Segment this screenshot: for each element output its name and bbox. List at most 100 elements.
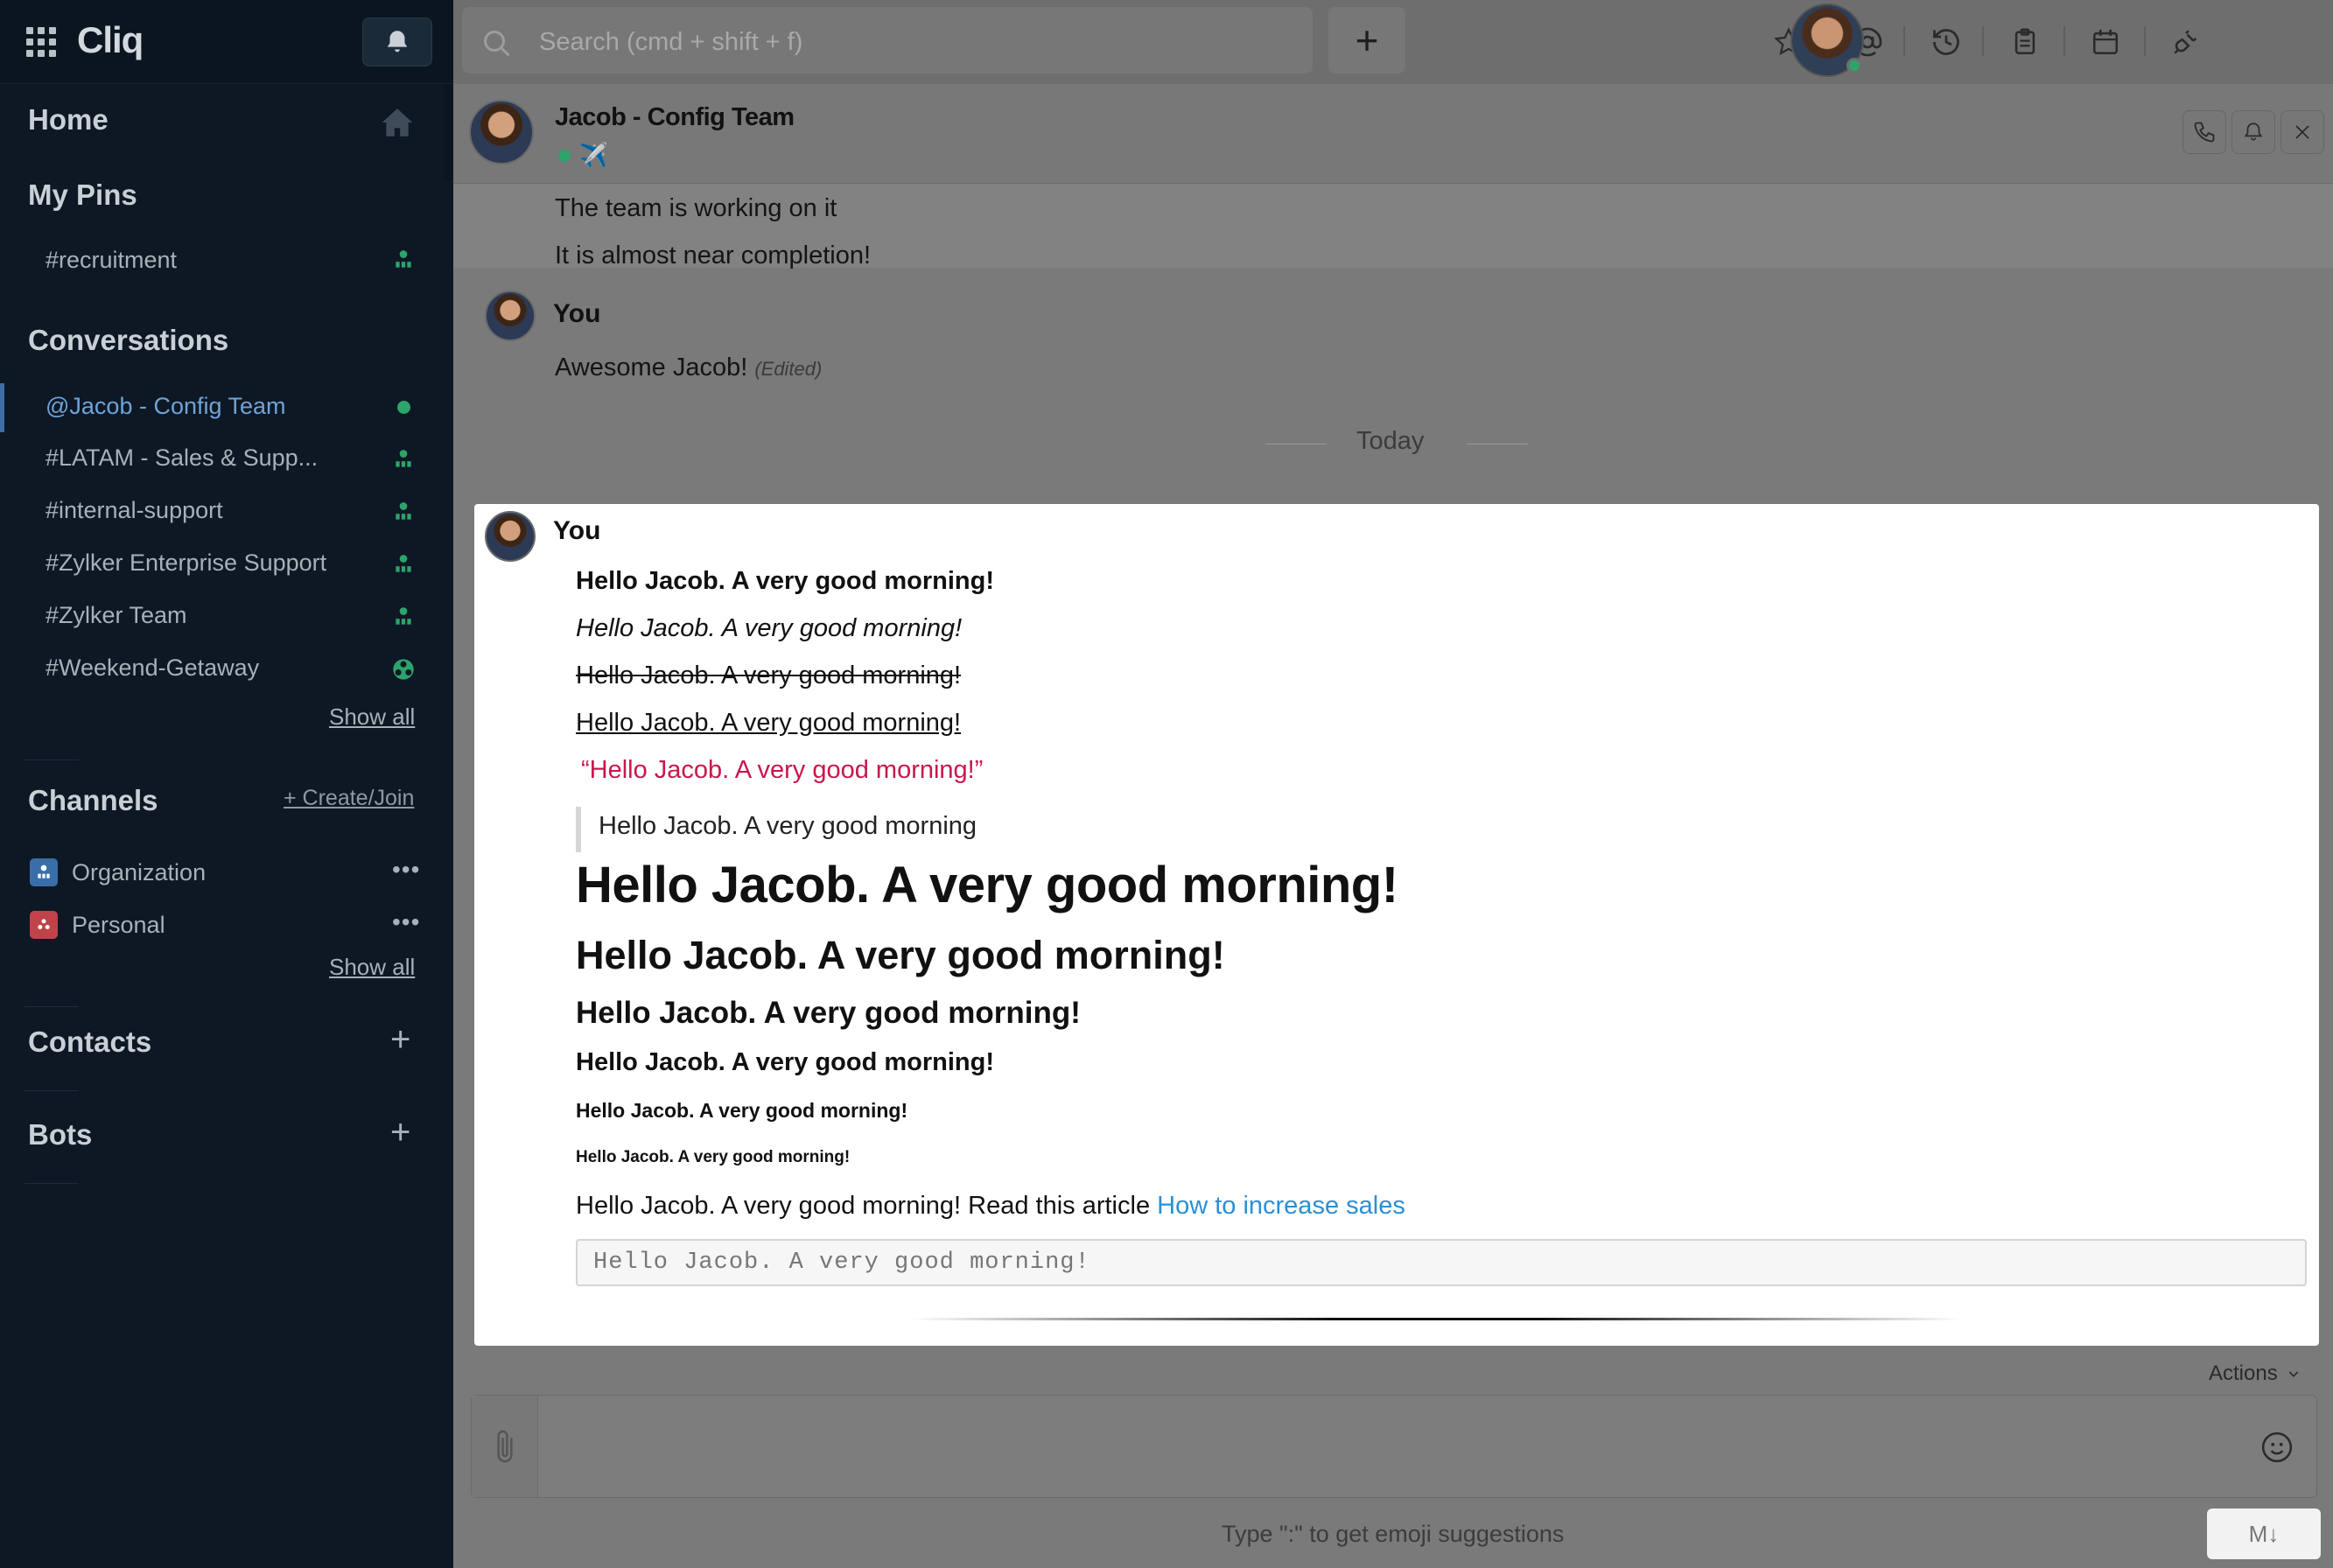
search-placeholder: Search (cmd + shift + f) [539,28,803,56]
org-icon [390,247,417,273]
home-icon[interactable] [380,105,415,140]
chat-header: Jacob - Config Team ✈️ [453,84,2333,184]
app-logo: Cliq [77,19,144,60]
close-button[interactable] [2280,110,2324,154]
heading-6: Hello Jacob. A very good morning! [576,1148,851,1166]
earlier-messages: The team is working on it It is almost n… [453,184,2333,270]
conversation-item-internal-support[interactable]: #internal-support [46,497,223,524]
history-icon[interactable] [1929,24,1964,60]
new-chat-button[interactable]: + [1328,7,1405,74]
contacts-title[interactable]: Contacts [28,1026,151,1059]
highlight-text: “Hello Jacob. A very good morning!” [581,756,984,784]
message-sender: You [553,299,601,328]
contact-status: ✈️ [558,142,607,169]
heading-5: Hello Jacob. A very good morning! [576,1099,908,1122]
underline-text: Hello Jacob. A very good morning! [576,709,962,737]
phone-icon [2194,122,2215,143]
heading-2: Hello Jacob. A very good morning! [576,933,1225,977]
org-icon [390,446,417,472]
message-composer[interactable] [471,1395,2317,1498]
sidebar-home[interactable]: Home [28,103,109,136]
smiley-icon [2261,1432,2293,1463]
calendar-icon[interactable] [2088,24,2123,60]
organization-badge-icon [30,858,58,886]
org-icon [390,499,417,525]
emoji-hint: Type ":" to get emoji suggestions [1222,1521,1565,1547]
divider [2144,26,2146,56]
notifications-button[interactable] [362,18,432,66]
channels-show-all-link[interactable]: Show all [329,954,415,981]
channel-item-organization[interactable]: Organization [72,859,206,886]
search-icon [484,31,510,57]
heading-3: Hello Jacob. A very good morning! [576,996,1081,1030]
conversation-item-weekend-getaway[interactable]: #Weekend-Getaway [46,654,259,682]
bold-text: Hello Jacob. A very good morning! [576,567,995,595]
clipboard-icon[interactable] [2007,24,2042,60]
channel-item-personal[interactable]: Personal [72,912,165,939]
divider [25,1006,79,1007]
close-icon [2295,125,2309,139]
conversation-item-jacob[interactable]: @Jacob - Config Team [46,393,286,420]
article-link[interactable]: How to increase sales [1157,1192,1405,1220]
conversations-title: Conversations [28,324,229,356]
message-text: It is almost near completion! [555,242,872,270]
link-paragraph: Hello Jacob. A very good morning! Read t… [576,1192,1405,1221]
contact-avatar[interactable] [469,100,534,164]
online-dot-icon [558,149,571,162]
code-block: Hello Jacob. A very good morning! [576,1239,2307,1286]
add-bot-icon[interactable]: + [390,1113,410,1152]
conversations-show-all-link[interactable]: Show all [329,704,415,731]
strikethrough-text: Hello Jacob. A very good morning! [576,662,962,690]
actions-dropdown[interactable]: Actions [2209,1362,2301,1386]
reply-message: Awesome Jacob! (Edited) [555,354,822,382]
contact-name[interactable]: Jacob - Config Team [555,103,795,132]
paperclip-icon [496,1430,513,1463]
chat-pane: Jacob - Config Team ✈️ The team is worki… [453,84,2333,1568]
blockquote-text: Hello Jacob. A very good morning [599,812,977,840]
date-divider: Today [1356,427,1425,455]
online-status-icon [390,394,417,420]
org-icon [390,551,417,578]
search-input[interactable]: Search (cmd + shift + f) [462,7,1313,74]
pins-title: My Pins [28,178,137,211]
conversation-item-zylker-enterprise[interactable]: #Zylker Enterprise Support [46,550,326,577]
call-button[interactable] [2182,110,2226,154]
divider [1982,26,1984,56]
plug-icon[interactable] [2168,24,2203,60]
pin-item-recruitment[interactable]: #recruitment [46,247,177,274]
more-options-icon[interactable]: ••• [392,856,420,884]
conversation-item-latam[interactable]: #LATAM - Sales & Supp... [46,444,318,472]
sidebar-header: Cliq [0,0,453,84]
bots-title[interactable]: Bots [28,1118,92,1152]
bell-icon [387,31,408,52]
actions-label: Actions [2209,1362,2278,1385]
attach-button[interactable] [472,1396,538,1497]
personal-icon [390,656,417,682]
my-avatar [485,290,536,341]
formatted-message-card[interactable]: You Hello Jacob. A very good morning! He… [474,504,2319,1346]
online-status-icon [1846,58,1862,74]
divider [2063,26,2065,56]
heading-4: Hello Jacob. A very good morning! [576,1048,995,1076]
emoji-button[interactable] [2260,1431,2294,1468]
create-join-link[interactable]: + Create/Join [284,786,414,811]
my-avatar [485,511,536,562]
sidebar-edge [445,84,453,180]
conversation-item-zylker-team[interactable]: #Zylker Team [46,602,187,629]
divider [25,1090,79,1091]
add-contact-icon[interactable]: + [390,1020,410,1060]
divider [1903,26,1905,56]
italic-text: Hello Jacob. A very good morning! [576,614,963,642]
mute-button[interactable] [2231,110,2275,154]
more-options-icon[interactable]: ••• [392,908,420,936]
message-text: Awesome Jacob! [555,354,748,382]
edited-label: (Edited) [754,358,823,380]
paragraph-text: Hello Jacob. A very good morning! Read t… [576,1192,1158,1220]
sidebar: Cliq Home My Pins #recruitment Conversat… [0,0,453,1568]
personal-badge-icon [30,911,58,939]
code-text: Hello Jacob. A very good morning! [593,1250,1090,1276]
markdown-toggle-button[interactable]: M↓ [2207,1508,2321,1559]
horizontal-rule [912,1318,1962,1320]
apps-grid-icon[interactable] [26,27,56,57]
blockquote-bar [576,807,581,852]
